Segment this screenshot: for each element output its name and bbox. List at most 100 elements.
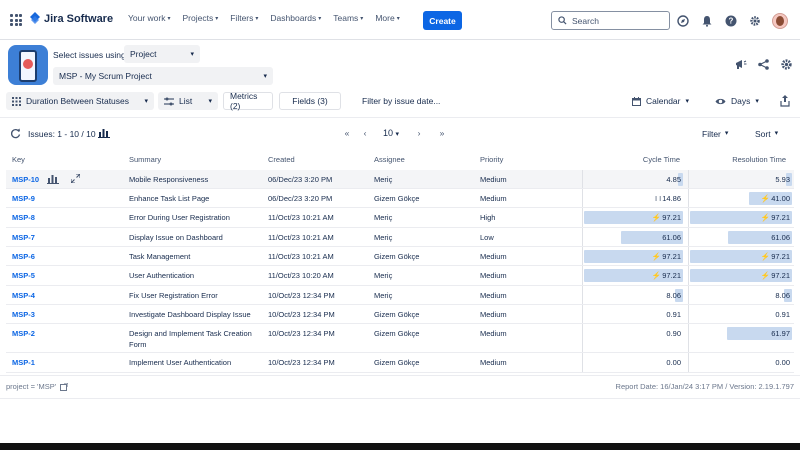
resolution-time-cell: ⚡41.00: [688, 189, 794, 207]
nav-item-dashboards[interactable]: Dashboards ▾: [270, 13, 321, 23]
select-issues-label: Select issues using: [53, 50, 126, 60]
column-header-created[interactable]: Created: [268, 155, 295, 164]
column-header-resolution-time[interactable]: Resolution Time: [732, 155, 786, 164]
jira-logo[interactable]: Jira Software: [30, 12, 113, 26]
calendar-button[interactable]: Calendar ▾: [632, 96, 689, 106]
resolution-time-value: 0.00: [775, 358, 790, 367]
divider: [0, 117, 800, 118]
page-size-select[interactable]: 10 ▾: [376, 128, 406, 138]
table-row[interactable]: MSP-6 Task Management 11/Oct/23 10:21 AM Gi…: [6, 247, 794, 266]
jql-link[interactable]: project = 'MSP': [6, 382, 69, 391]
column-header-key[interactable]: Key: [12, 155, 25, 164]
mascot-illustration: [23, 59, 33, 69]
issue-source-select[interactable]: Project ▾: [124, 45, 200, 63]
issue-summary: User Authentication: [129, 271, 195, 280]
issue-key-link[interactable]: MSP-3: [12, 310, 35, 319]
column-header-summary[interactable]: Summary: [129, 155, 161, 164]
metrics-button[interactable]: Metrics (2): [223, 91, 273, 111]
table-row[interactable]: MSP-2 Design and Implement Task Creation F…: [6, 324, 794, 353]
issue-key-link[interactable]: MSP-4: [12, 291, 35, 300]
nav-item-filters[interactable]: Filters ▾: [230, 13, 258, 23]
expand-icon[interactable]: [70, 173, 81, 185]
issue-key-link[interactable]: MSP-7: [12, 233, 35, 242]
filter-button[interactable]: Filter ▾: [702, 129, 728, 139]
header-actions: [734, 58, 793, 71]
project-value: MSP - My Scrum Project: [59, 71, 152, 81]
issue-created: 11/Oct/23 10:21 AM: [268, 213, 334, 222]
help-icon[interactable]: ?: [724, 14, 738, 28]
issue-summary: Implement User Authentication: [129, 358, 232, 367]
issue-assignee: Meriç: [374, 213, 393, 222]
issue-key-link[interactable]: MSP-9: [12, 194, 35, 203]
cycle-time-value: 8.06: [666, 291, 681, 300]
report-type-button[interactable]: Duration Between Statuses ▾: [6, 92, 154, 110]
issue-created: 11/Oct/23 10:20 AM: [268, 271, 334, 280]
table-row[interactable]: MSP-3 Investigate Dashboard Display Issue…: [6, 305, 794, 324]
cycle-time-cell: 0.00: [582, 353, 685, 372]
settings-gear-icon[interactable]: [748, 14, 762, 28]
issue-created: 06/Dec/23 3:20 PM: [268, 175, 333, 184]
grid-icon: [12, 96, 21, 106]
nav-item-teams[interactable]: Teams ▾: [333, 13, 363, 23]
app-switcher-icon[interactable]: [10, 14, 22, 26]
nav-item-your-work[interactable]: Your work ▾: [128, 13, 171, 23]
table-row[interactable]: MSP-8 Error During User Registration 11/Oc…: [6, 208, 794, 228]
issue-priority: Medium: [480, 329, 507, 338]
create-button[interactable]: Create: [423, 11, 462, 30]
issue-key-link[interactable]: MSP-1: [12, 358, 35, 367]
issue-key-link[interactable]: MSP-8: [12, 213, 35, 222]
resolution-time-value: 5.93: [775, 175, 790, 184]
notification-bell-icon[interactable]: [700, 14, 714, 28]
row-chart-icon[interactable]: [47, 174, 59, 186]
page-size-value: 10: [382, 128, 393, 138]
compass-icon[interactable]: [676, 14, 690, 28]
divider: [0, 375, 800, 376]
issues-bar: Issues: 1 - 10 / 10 « ‹ 10 ▾ › » Filter ▾…: [0, 124, 800, 144]
filter-by-date-button[interactable]: Filter by issue date...: [362, 96, 440, 106]
issue-summary: Error During User Registration: [129, 213, 230, 222]
settings-gear-icon[interactable]: [780, 58, 793, 71]
last-page-icon[interactable]: »: [432, 128, 452, 138]
chart-icon[interactable]: [98, 128, 110, 138]
issue-key-link[interactable]: MSP-5: [12, 271, 35, 280]
table-row[interactable]: MSP-5 User Authentication 11/Oct/23 10:20 …: [6, 266, 794, 286]
issue-priority: Medium: [480, 252, 507, 261]
nav-item-more[interactable]: More ▾: [375, 13, 399, 23]
cycle-time-cell: 61.06: [582, 228, 685, 246]
issue-summary: Design and Implement Task Creation: [129, 329, 252, 338]
table-row[interactable]: MSP-10 Mobile Responsiveness 06/Dec/23 3:2…: [6, 170, 794, 189]
issue-key-link[interactable]: MSP-10: [12, 175, 39, 184]
user-avatar[interactable]: [772, 13, 788, 29]
prev-page-icon[interactable]: ‹: [354, 128, 376, 138]
issue-key-link[interactable]: MSP-2: [12, 329, 35, 338]
refresh-icon[interactable]: [10, 128, 21, 139]
sort-button[interactable]: Sort ▾: [755, 129, 778, 139]
announcement-icon[interactable]: [734, 58, 747, 71]
project-select[interactable]: MSP - My Scrum Project ▾: [53, 67, 273, 85]
table-header: Key Summary Created Assignee Priority Cy…: [0, 154, 800, 166]
column-header-priority[interactable]: Priority: [480, 155, 503, 164]
table-row[interactable]: MSP-9 Enhance Task List Page 06/Dec/23 3:2…: [6, 189, 794, 208]
export-icon[interactable]: [780, 95, 790, 107]
view-mode-button[interactable]: List ▾: [158, 92, 218, 110]
issue-key-link[interactable]: MSP-6: [12, 252, 35, 261]
fields-button[interactable]: Fields (3): [279, 92, 341, 110]
resolution-time-value: 61.06: [771, 233, 790, 242]
running-person-icon: ⚡: [760, 271, 771, 280]
time-unit-button[interactable]: Days ▾: [715, 96, 759, 106]
share-icon[interactable]: [757, 58, 770, 71]
table-row[interactable]: MSP-1 Implement User Authentication 10/Oct…: [6, 353, 794, 373]
column-header-assignee[interactable]: Assignee: [374, 155, 405, 164]
next-page-icon[interactable]: ›: [406, 128, 432, 138]
cycle-time-cell: ⚡97.21: [582, 266, 685, 285]
search-input[interactable]: Search: [551, 11, 670, 30]
column-header-cycle-time[interactable]: Cycle Time: [643, 155, 680, 164]
issue-assignee: Meriç: [374, 175, 393, 184]
first-page-icon[interactable]: «: [340, 128, 354, 138]
issue-source-value: Project: [130, 49, 157, 59]
table-row[interactable]: MSP-4 Fix User Registration Error 10/Oct/2…: [6, 286, 794, 305]
nav-item-projects[interactable]: Projects ▾: [183, 13, 219, 23]
cycle-time-value-wrap: ⚡97.21: [652, 213, 681, 222]
table-row[interactable]: MSP-7 Display Issue on Dashboard 11/Oct/23…: [6, 228, 794, 247]
report-info: Report Date: 16/Jan/24 3:17 PM / Version…: [615, 382, 794, 391]
